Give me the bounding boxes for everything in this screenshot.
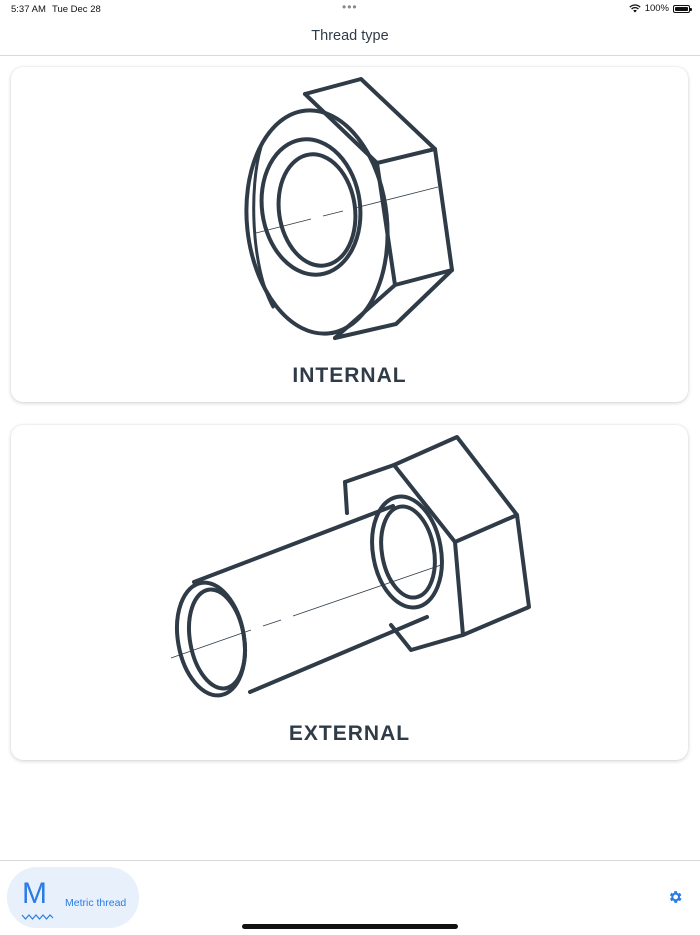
internal-thread-card[interactable]: INTERNAL <box>11 67 688 402</box>
wave-icon <box>21 914 54 920</box>
external-thread-card[interactable]: EXTERNAL <box>11 425 688 760</box>
navigation-bar: Thread type <box>0 18 700 56</box>
metric-thread-button[interactable]: M Metric thread <box>7 867 139 928</box>
page-title: Thread type <box>311 28 389 44</box>
hex-bolt-illustration <box>170 435 531 698</box>
hex-nut-illustration <box>244 77 454 340</box>
status-right: 100% <box>629 3 692 14</box>
status-time: 5:37 AM <box>11 4 46 15</box>
metric-thread-label: Metric thread <box>65 897 127 909</box>
battery-percent: 100% <box>644 3 669 14</box>
multitasking-dots-icon[interactable]: ••• <box>342 0 358 14</box>
battery-icon <box>673 4 692 13</box>
status-date: Tue Dec 28 <box>52 4 101 15</box>
metric-letter: M <box>22 877 47 910</box>
wifi-icon <box>629 4 641 13</box>
external-label: EXTERNAL <box>288 722 411 745</box>
gear-icon[interactable] <box>667 889 683 905</box>
metric-thread-icon: M <box>21 877 55 921</box>
home-indicator <box>242 924 458 929</box>
status-bar: 5:37 AM Tue Dec 28 ••• 100% <box>0 0 700 18</box>
internal-label: INTERNAL <box>292 364 407 387</box>
